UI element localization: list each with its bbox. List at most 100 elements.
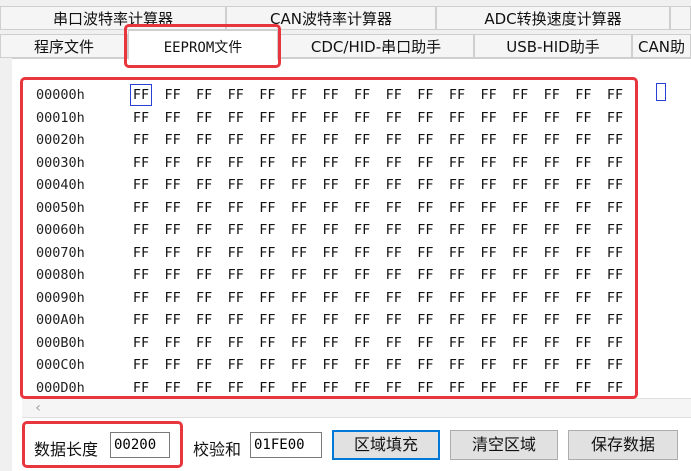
tab-usb-hid-assistant[interactable]: USB-HID助手 [474, 34, 632, 58]
hex-byte-cell[interactable]: FF [541, 197, 563, 219]
hex-byte-cell[interactable]: FF [383, 174, 405, 196]
hex-byte-cell[interactable]: FF [383, 219, 405, 241]
hex-byte-cell[interactable]: FF [509, 242, 531, 264]
tab-eeprom-file[interactable]: EEPROM文件 [128, 30, 278, 60]
hex-byte-cell[interactable]: FF [256, 174, 278, 196]
hex-byte-cell[interactable]: FF [193, 107, 215, 129]
hex-byte-cell[interactable]: FF [541, 332, 563, 354]
tab-uart-baud-calculator[interactable]: 串口波特率计算器 [0, 6, 226, 30]
hex-byte-cell[interactable]: FF [130, 84, 152, 106]
hex-byte-cell[interactable]: FF [478, 354, 500, 376]
hex-byte-cell[interactable]: FF [351, 197, 373, 219]
hex-byte-cell[interactable]: FF [446, 309, 468, 331]
hex-byte-cell[interactable]: FF [288, 377, 310, 399]
hex-byte-cell[interactable]: FF [225, 287, 247, 309]
hex-byte-cell[interactable]: FF [478, 264, 500, 286]
hex-byte-cell[interactable]: FF [256, 242, 278, 264]
hex-byte-cell[interactable]: FF [446, 107, 468, 129]
hex-byte-cell[interactable]: FF [351, 264, 373, 286]
hex-byte-cell[interactable]: FF [572, 84, 594, 106]
hex-byte-cell[interactable]: FF [130, 264, 152, 286]
hex-byte-cell[interactable]: FF [256, 219, 278, 241]
hex-byte-cell[interactable]: FF [193, 354, 215, 376]
hex-byte-cell[interactable]: FF [604, 377, 626, 399]
hex-byte-cell[interactable]: FF [572, 174, 594, 196]
hex-byte-cell[interactable]: FF [509, 332, 531, 354]
hex-byte-cell[interactable]: FF [509, 197, 531, 219]
hex-byte-cell[interactable]: FF [604, 242, 626, 264]
hex-byte-cell[interactable]: FF [572, 107, 594, 129]
hex-byte-cell[interactable]: FF [604, 129, 626, 151]
hex-byte-cell[interactable]: FF [193, 174, 215, 196]
hex-byte-cell[interactable]: FF [320, 219, 342, 241]
hex-byte-cell[interactable]: FF [130, 152, 152, 174]
hex-byte-cell[interactable]: FF [256, 332, 278, 354]
hex-byte-cell[interactable]: FF [572, 377, 594, 399]
hex-byte-cell[interactable]: FF [509, 377, 531, 399]
hex-byte-cell[interactable]: FF [383, 264, 405, 286]
hex-byte-cell[interactable]: FF [414, 287, 436, 309]
hex-byte-cell[interactable]: FF [446, 354, 468, 376]
hex-byte-cell[interactable]: FF [446, 129, 468, 151]
hex-byte-cell[interactable]: FF [193, 129, 215, 151]
hex-byte-cell[interactable]: FF [446, 242, 468, 264]
hex-byte-cell[interactable]: FF [320, 309, 342, 331]
hex-byte-cell[interactable]: FF [225, 84, 247, 106]
hex-byte-cell[interactable]: FF [162, 219, 184, 241]
hex-byte-cell[interactable]: FF [604, 107, 626, 129]
hex-byte-cell[interactable]: FF [383, 129, 405, 151]
hex-byte-cell[interactable]: FF [541, 152, 563, 174]
hex-byte-cell[interactable]: FF [162, 354, 184, 376]
hex-byte-cell[interactable]: FF [320, 287, 342, 309]
hex-byte-cell[interactable]: FF [193, 242, 215, 264]
hex-byte-cell[interactable]: FF [383, 309, 405, 331]
hex-byte-cell[interactable]: FF [446, 377, 468, 399]
hex-byte-cell[interactable]: FF [478, 332, 500, 354]
hex-byte-cell[interactable]: FF [572, 197, 594, 219]
hex-byte-cell[interactable]: FF [478, 84, 500, 106]
hex-byte-cell[interactable]: FF [604, 152, 626, 174]
hex-byte-cell[interactable]: FF [225, 377, 247, 399]
hex-byte-cell[interactable]: FF [130, 377, 152, 399]
hex-byte-cell[interactable]: FF [193, 152, 215, 174]
hex-byte-cell[interactable]: FF [414, 309, 436, 331]
hex-byte-cell[interactable]: FF [162, 174, 184, 196]
hex-byte-cell[interactable]: FF [604, 84, 626, 106]
hex-byte-cell[interactable]: FF [604, 264, 626, 286]
hex-byte-cell[interactable]: FF [193, 377, 215, 399]
hex-byte-cell[interactable]: FF [193, 332, 215, 354]
hex-byte-cell[interactable]: FF [541, 219, 563, 241]
hex-byte-cell[interactable]: FF [256, 152, 278, 174]
hex-byte-cell[interactable]: FF [414, 174, 436, 196]
hex-byte-cell[interactable]: FF [572, 242, 594, 264]
hex-byte-cell[interactable]: FF [193, 197, 215, 219]
hex-byte-cell[interactable]: FF [478, 107, 500, 129]
tab-cdc-hid-serial-assistant[interactable]: CDC/HID-串口助手 [278, 34, 474, 58]
hex-byte-cell[interactable]: FF [256, 354, 278, 376]
hex-byte-cell[interactable]: FF [509, 129, 531, 151]
hex-byte-cell[interactable]: FF [256, 264, 278, 286]
hex-byte-cell[interactable]: FF [225, 309, 247, 331]
hex-byte-cell[interactable]: FF [478, 287, 500, 309]
hex-byte-cell[interactable]: FF [130, 332, 152, 354]
hex-byte-cell[interactable]: FF [541, 309, 563, 331]
hex-byte-cell[interactable]: FF [320, 242, 342, 264]
hex-byte-cell[interactable]: FF [351, 309, 373, 331]
hex-byte-cell[interactable]: FF [478, 309, 500, 331]
hex-byte-cell[interactable]: FF [509, 264, 531, 286]
hex-byte-cell[interactable]: FF [130, 197, 152, 219]
hex-byte-cell[interactable]: FF [414, 219, 436, 241]
hex-byte-cell[interactable]: FF [509, 219, 531, 241]
hex-byte-cell[interactable]: FF [225, 219, 247, 241]
hex-byte-cell[interactable]: FF [256, 107, 278, 129]
hex-byte-cell[interactable]: FF [541, 107, 563, 129]
hex-byte-cell[interactable]: FF [256, 377, 278, 399]
hex-byte-cell[interactable]: FF [446, 174, 468, 196]
fill-region-button[interactable]: 区域填充 [332, 430, 440, 460]
hex-byte-cell[interactable]: FF [383, 332, 405, 354]
hex-byte-cell[interactable]: FF [320, 264, 342, 286]
hex-byte-cell[interactable]: FF [414, 197, 436, 219]
hex-byte-cell[interactable]: FF [478, 377, 500, 399]
hex-byte-cell[interactable]: FF [320, 197, 342, 219]
hex-byte-cell[interactable]: FF [288, 84, 310, 106]
